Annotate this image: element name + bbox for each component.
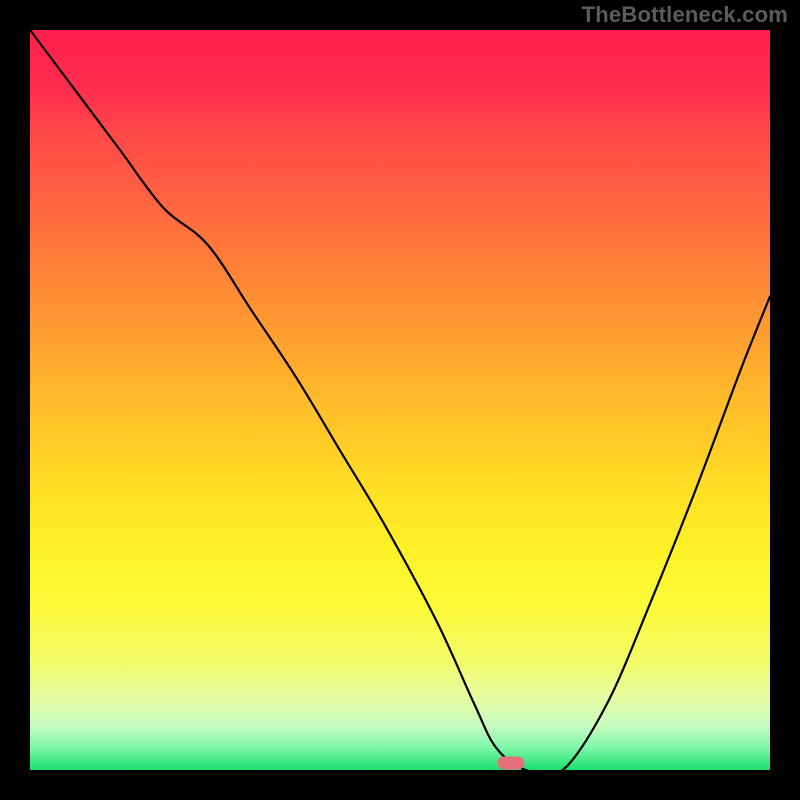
optimum-marker bbox=[498, 756, 525, 769]
watermark-text: TheBottleneck.com bbox=[582, 2, 788, 28]
curve-path bbox=[30, 30, 770, 776]
chart-container: TheBottleneck.com bbox=[0, 0, 800, 800]
bottleneck-curve bbox=[30, 30, 770, 770]
plot-area bbox=[30, 30, 770, 770]
